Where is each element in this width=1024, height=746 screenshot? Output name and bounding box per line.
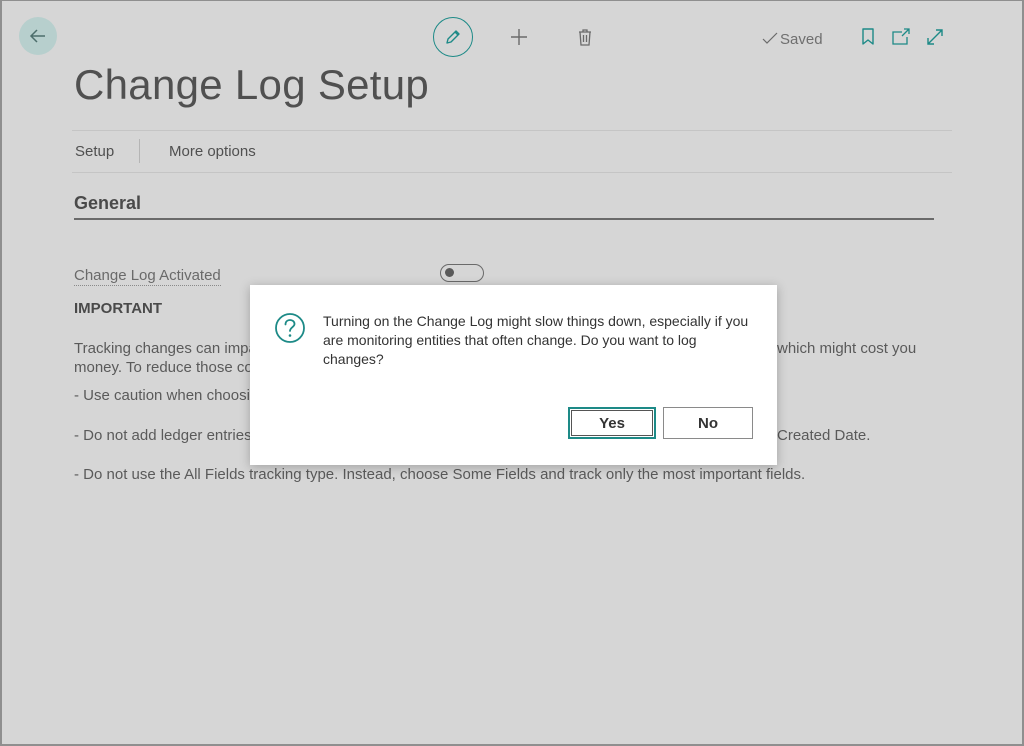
info-text-line: money. To reduce those co	[74, 359, 253, 376]
page-container: Saved Change Log Setup Setup More option…	[2, 1, 1022, 744]
open-new-window-icon	[892, 28, 910, 45]
question-circle-icon	[275, 313, 305, 343]
change-log-activated-toggle[interactable]	[440, 264, 484, 282]
bookmark-button[interactable]	[858, 26, 878, 48]
info-text-line: Tracking changes can impa	[74, 340, 257, 357]
expand-button[interactable]	[924, 26, 946, 48]
delete-button[interactable]	[573, 25, 597, 49]
section-title-general[interactable]: General	[74, 193, 141, 214]
no-button[interactable]: No	[663, 407, 753, 439]
back-button[interactable]	[19, 17, 57, 55]
toggle-knob	[445, 268, 454, 277]
info-text-line: - Do not add ledger entries	[74, 427, 252, 444]
arrow-left-icon	[29, 29, 45, 43]
plus-icon	[511, 29, 527, 45]
bookmark-icon	[862, 28, 874, 45]
info-text-line: which might cost you	[777, 340, 917, 357]
section-divider	[74, 218, 934, 220]
info-text-line: Created Date.	[777, 427, 871, 444]
page-title: Change Log Setup	[74, 61, 430, 108]
checkmark-icon	[762, 32, 778, 44]
pencil-icon	[446, 30, 460, 44]
new-button[interactable]	[507, 25, 531, 49]
edit-button[interactable]	[433, 17, 473, 57]
save-status-text: Saved	[780, 30, 823, 48]
action-bar: Setup More options	[72, 130, 952, 173]
action-setup[interactable]: Setup	[75, 143, 114, 160]
info-text-line: - Use caution when choosir	[74, 387, 255, 404]
open-new-window-button[interactable]	[890, 26, 912, 48]
important-heading: IMPORTANT	[74, 300, 163, 317]
action-separator	[139, 139, 140, 163]
confirm-dialog: Turning on the Change Log might slow thi…	[250, 285, 777, 465]
expand-icon	[927, 29, 943, 45]
info-text-line: - Do not use the All Fields tracking typ…	[74, 466, 806, 483]
save-status: Saved	[762, 29, 823, 49]
change-log-activated-label: Change Log Activated	[74, 267, 221, 286]
yes-button[interactable]: Yes	[568, 407, 656, 439]
trash-icon	[579, 29, 591, 46]
action-more-options[interactable]: More options	[169, 143, 256, 160]
dialog-message: Turning on the Change Log might slow thi…	[323, 313, 749, 367]
